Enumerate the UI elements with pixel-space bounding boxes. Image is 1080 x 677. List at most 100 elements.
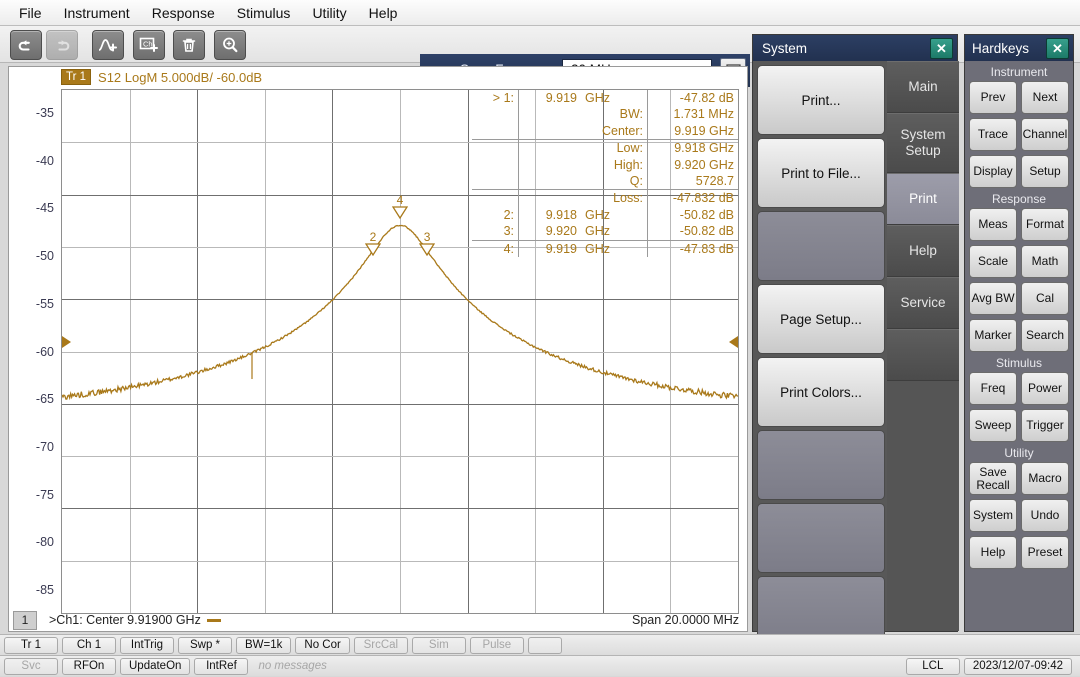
hardkey-group-label: Utility bbox=[1004, 446, 1034, 460]
readout-marker-x bbox=[518, 139, 581, 157]
status-chip-pulse[interactable]: Pulse bbox=[469, 636, 524, 654]
hardkey-row: Avg BW Cal bbox=[968, 282, 1070, 315]
hardkey-undo[interactable]: Undo bbox=[1021, 499, 1069, 532]
close-icon[interactable]: ✕ bbox=[930, 38, 953, 59]
hardkey-row: Sweep Trigger bbox=[968, 409, 1070, 442]
hardkey-help[interactable]: Help bbox=[969, 536, 1017, 569]
redo-icon[interactable] bbox=[46, 30, 78, 60]
system-tab-system-setup[interactable]: System Setup bbox=[887, 113, 959, 173]
hardkey-preset[interactable]: Preset bbox=[1021, 536, 1069, 569]
system-tab-service[interactable]: Service bbox=[887, 277, 959, 329]
readout-marker-y: 1.731 MHz bbox=[647, 106, 738, 123]
softkey-print[interactable]: Print... bbox=[757, 65, 885, 135]
status-chip-bw-1k[interactable]: BW=1k bbox=[236, 636, 292, 654]
status-chip-blank[interactable] bbox=[527, 636, 562, 654]
status-chip-no-cor[interactable]: No Cor bbox=[295, 636, 350, 654]
status-chip-intref[interactable]: IntRef bbox=[194, 657, 249, 675]
hardkey-avg-bw[interactable]: Avg BW bbox=[969, 282, 1017, 315]
readout-marker-unit: BW: bbox=[619, 107, 643, 122]
delete-icon[interactable] bbox=[173, 30, 205, 60]
hardkey-format[interactable]: Format bbox=[1021, 208, 1069, 241]
status-chip-updateon[interactable]: UpdateOn bbox=[120, 657, 191, 675]
menu-item-utility[interactable]: Utility bbox=[301, 2, 357, 24]
y-axis-tick-label: -65 bbox=[35, 392, 54, 407]
hardkey-scale[interactable]: Scale bbox=[969, 245, 1017, 278]
status-chip-inttrig[interactable]: IntTrig bbox=[120, 636, 174, 654]
softkey-empty-2[interactable] bbox=[757, 211, 885, 281]
status-chip-swp[interactable]: Swp * bbox=[178, 636, 232, 654]
hardkey-macro[interactable]: Macro bbox=[1021, 462, 1069, 495]
softkey-empty-6[interactable] bbox=[757, 503, 885, 573]
status-chip-lcl[interactable]: LCL bbox=[905, 657, 960, 675]
system-tab-help[interactable]: Help bbox=[887, 225, 959, 277]
readout-marker-x: 9.919 bbox=[518, 239, 581, 258]
hardkey-system[interactable]: System bbox=[969, 499, 1017, 532]
trace-badge[interactable]: Tr 1 bbox=[61, 69, 92, 85]
marker-label-4: 4 bbox=[396, 193, 404, 208]
menu-item-stimulus[interactable]: Stimulus bbox=[226, 2, 302, 24]
hardkey-trigger[interactable]: Trigger bbox=[1021, 409, 1069, 442]
hardkey-save-recall[interactable]: Save Recall bbox=[969, 462, 1017, 495]
hardkey-meas[interactable]: Meas bbox=[969, 208, 1017, 241]
softkey-empty-5[interactable] bbox=[757, 430, 885, 500]
channel-number[interactable]: 1 bbox=[13, 610, 37, 630]
zoom-icon[interactable] bbox=[214, 30, 246, 60]
plot-area[interactable]: 4 2 3 > 1: 9.919 GHz -47.82 dB BW: 1.731 MHz Cent… bbox=[61, 89, 739, 614]
status-chip-datetime[interactable]: 2023/12/07-09:42 bbox=[963, 657, 1072, 675]
system-tab-print[interactable]: Print bbox=[887, 173, 959, 225]
marker-readout-row: > 1: 9.919 GHz -47.82 dB bbox=[472, 90, 738, 107]
status-chip-ch-1[interactable]: Ch 1 bbox=[62, 636, 116, 654]
hardkey-trace[interactable]: Trace bbox=[969, 118, 1017, 151]
readout-marker-x: 9.918 bbox=[518, 206, 581, 224]
y-axis-tick-label: -75 bbox=[35, 487, 54, 502]
readout-marker-x bbox=[518, 156, 581, 174]
system-tab-label: System Setup bbox=[900, 127, 946, 158]
hardkey-row: Trace Channel bbox=[968, 118, 1070, 151]
readout-marker-y: -50.82 dB bbox=[647, 206, 738, 224]
softkey-page-setup[interactable]: Page Setup... bbox=[757, 284, 885, 354]
marker-readout-row: 4: 9.919 GHz -47.83 dB bbox=[472, 239, 738, 258]
hardkey-math[interactable]: Math bbox=[1021, 245, 1069, 278]
hardkey-setup[interactable]: Setup bbox=[1021, 155, 1069, 188]
system-tab-main[interactable]: Main bbox=[887, 61, 959, 113]
hardkey-marker[interactable]: Marker bbox=[969, 319, 1017, 352]
readout-marker-y: 9.920 GHz bbox=[647, 156, 738, 174]
y-axis-tick-label: -55 bbox=[35, 296, 54, 311]
status-chip-rfon[interactable]: RFOn bbox=[62, 657, 116, 675]
status-chip-srccal[interactable]: SrcCal bbox=[353, 636, 408, 654]
add-trace-icon[interactable] bbox=[92, 30, 124, 60]
hardkey-power[interactable]: Power bbox=[1021, 372, 1069, 405]
system-tab-empty-5[interactable] bbox=[887, 329, 959, 381]
softkey-print-to-file[interactable]: Print to File... bbox=[757, 138, 885, 208]
menu-item-response[interactable]: Response bbox=[141, 2, 226, 24]
status-chip-svc[interactable]: Svc bbox=[4, 657, 58, 675]
add-channel-icon[interactable]: Ch bbox=[133, 30, 165, 60]
hardkey-search[interactable]: Search bbox=[1021, 319, 1069, 352]
hardkey-row: Save Recall Macro bbox=[968, 462, 1070, 495]
hardkey-next[interactable]: Next bbox=[1021, 81, 1069, 114]
menu-item-help[interactable]: Help bbox=[358, 2, 409, 24]
hardkey-sweep[interactable]: Sweep bbox=[969, 409, 1017, 442]
marker-readout-row: Low: 9.918 GHz bbox=[472, 139, 738, 157]
status-message: no messages bbox=[258, 660, 327, 672]
status-chip-tr-1[interactable]: Tr 1 bbox=[4, 636, 58, 654]
hardkey-display[interactable]: Display bbox=[969, 155, 1017, 188]
menu-item-file[interactable]: File bbox=[8, 2, 53, 24]
hardkey-channel[interactable]: Channel bbox=[1021, 118, 1069, 151]
marker-2[interactable]: 2 bbox=[364, 229, 382, 259]
readout-marker-unit: GHz bbox=[585, 224, 610, 239]
hardkey-prev[interactable]: Prev bbox=[969, 81, 1017, 114]
hardkey-row: Display Setup bbox=[968, 155, 1070, 188]
marker-4[interactable]: 4 bbox=[391, 193, 409, 222]
status-chip-sim[interactable]: Sim bbox=[411, 636, 466, 654]
softkey-print-colors[interactable]: Print Colors... bbox=[757, 357, 885, 427]
undo-icon[interactable] bbox=[10, 30, 42, 60]
close-icon[interactable]: ✕ bbox=[1046, 38, 1069, 59]
menu-item-instrument[interactable]: Instrument bbox=[53, 2, 141, 24]
marker-3[interactable]: 3 bbox=[418, 231, 436, 259]
marker-label-2: 2 bbox=[369, 229, 377, 244]
hardkey-cal[interactable]: Cal bbox=[1021, 282, 1069, 315]
system-panel-titlebar: System ✕ bbox=[753, 35, 957, 61]
y-axis-tick-label: -40 bbox=[35, 153, 54, 168]
hardkey-freq[interactable]: Freq bbox=[969, 372, 1017, 405]
